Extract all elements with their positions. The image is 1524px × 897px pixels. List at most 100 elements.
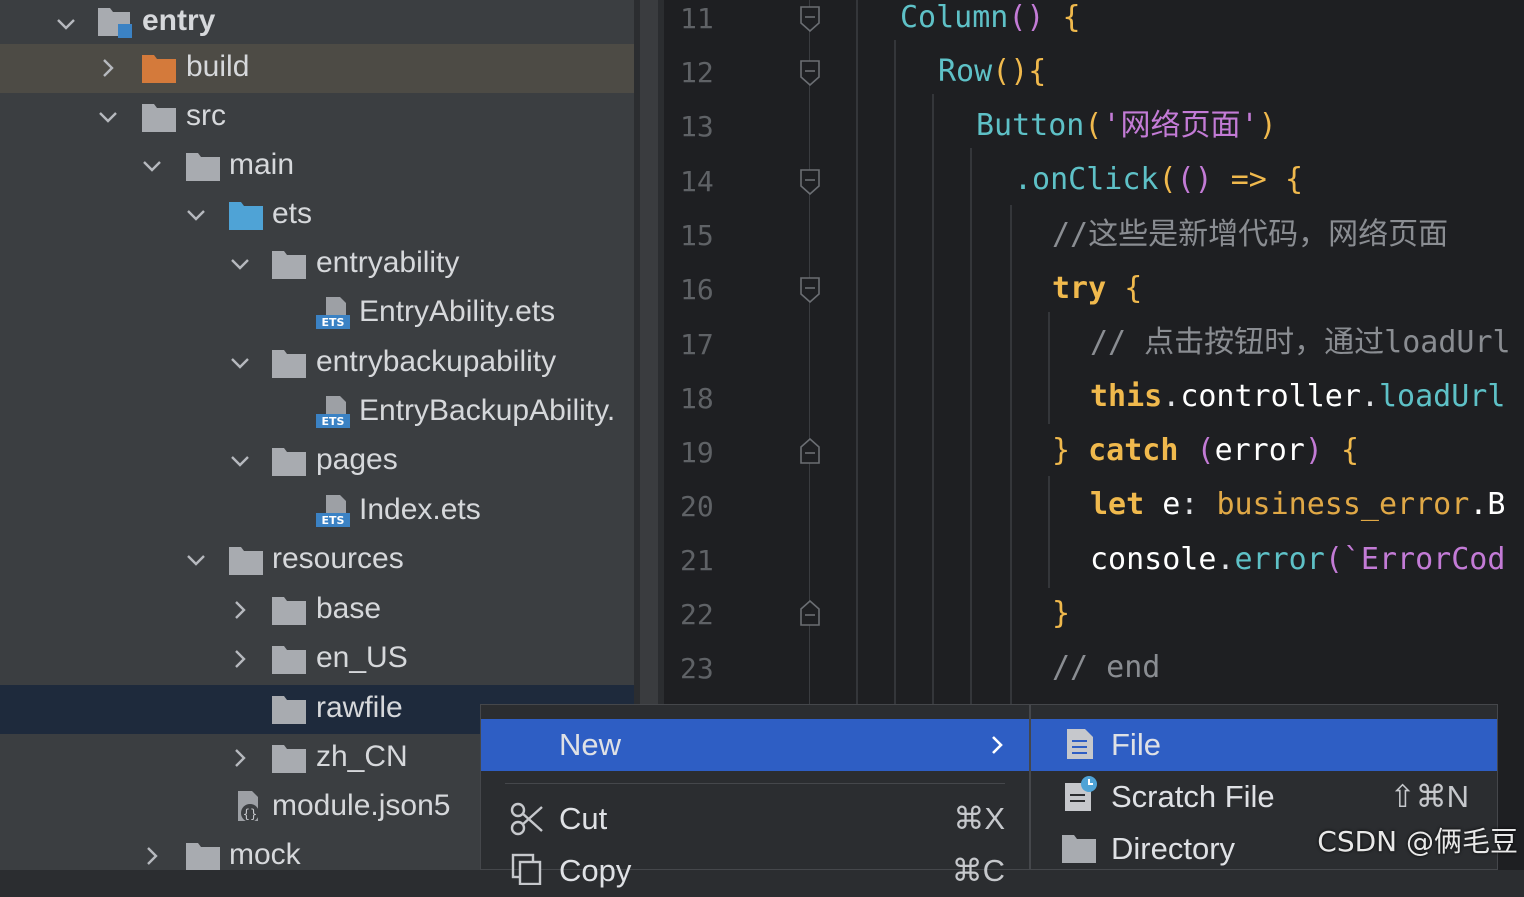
fold-close-icon[interactable] — [800, 600, 820, 626]
fold-open-icon[interactable] — [800, 169, 820, 195]
tree-item-entrybackupability-ets[interactable]: ETS EntryBackupAbility. — [0, 388, 634, 437]
tree-item-label: pages — [316, 443, 398, 476]
submenu-item-file[interactable]: File — [1031, 719, 1497, 771]
svg-text:ETS: ETS — [322, 415, 345, 428]
code-line-15: //这些是新增代码，网络页面 — [1052, 217, 1449, 252]
menu-item-label: Copy — [559, 853, 632, 888]
line-number: 13 — [680, 110, 714, 143]
tree-item-resources[interactable]: resources — [0, 536, 634, 585]
menu-shortcut: ⇧⌘N — [1389, 779, 1469, 814]
line-number: 14 — [680, 165, 714, 198]
tree-item-base[interactable]: base — [0, 586, 634, 635]
menu-item-label: Directory — [1111, 831, 1236, 866]
line-number: 19 — [680, 436, 714, 469]
chevron-down-icon[interactable] — [228, 351, 252, 375]
chevron-down-icon[interactable] — [54, 12, 78, 36]
code-line-17: // 点击按钮时，通过loadUrl — [1090, 325, 1511, 360]
copy-icon — [511, 853, 542, 885]
tree-item-label: resources — [272, 542, 404, 575]
tree-item-index-ets[interactable]: ETS Index.ets — [0, 487, 634, 536]
code-line-22: } — [1052, 596, 1071, 631]
menu-shortcut: ⌘X — [953, 801, 1005, 836]
chevron-right-icon[interactable] — [140, 844, 164, 868]
line-number: 18 — [680, 382, 714, 415]
tree-item-label: EntryBackupAbility. — [359, 394, 616, 427]
menu-item-label: File — [1111, 727, 1161, 762]
tree-item-label: entryability — [316, 246, 460, 279]
chevron-down-icon[interactable] — [184, 548, 208, 572]
folder-icon — [272, 597, 306, 625]
folder-icon — [1062, 835, 1096, 863]
tree-item-label: build — [186, 50, 250, 83]
code-line-14: .onClick(() => { — [1014, 162, 1303, 197]
indent-guide — [856, 0, 858, 704]
submenu-item-scratch-file[interactable]: Scratch File ⇧⌘N — [1031, 771, 1497, 823]
scissors-icon — [510, 802, 543, 836]
menu-item-label: Scratch File — [1111, 779, 1275, 814]
tree-item-label: en_US — [316, 641, 408, 674]
folder-icon — [142, 55, 176, 83]
tree-item-entryability-ets[interactable]: ETS EntryAbility.ets — [0, 289, 634, 338]
chevron-right-icon[interactable] — [96, 56, 120, 80]
tree-item-label: Index.ets — [359, 493, 481, 526]
tree-item-pages[interactable]: pages — [0, 437, 634, 486]
svg-text:ETS: ETS — [322, 514, 345, 527]
indent-guide — [932, 94, 934, 704]
menu-item-cut[interactable]: Cut ⌘X — [481, 793, 1029, 845]
line-number: 20 — [680, 490, 714, 523]
code-line-13: Button('网络页面') — [976, 108, 1277, 143]
chevron-down-icon[interactable] — [228, 252, 252, 276]
menu-item-new[interactable]: New — [481, 719, 1029, 771]
context-menu: New Cut ⌘X Copy ⌘C — [480, 704, 1030, 888]
tree-scrollbar[interactable] — [640, 0, 658, 704]
line-number: 11 — [680, 2, 714, 35]
tree-item-label: ets — [272, 197, 313, 230]
tree-item-label: EntryAbility.ets — [359, 295, 556, 328]
indent-guide — [1010, 205, 1012, 704]
json-file-icon: {} — [238, 791, 259, 822]
chevron-down-icon[interactable] — [228, 449, 252, 473]
scratch-file-icon — [1065, 776, 1097, 811]
chevron-right-icon[interactable] — [228, 746, 252, 770]
line-number: 15 — [680, 219, 714, 252]
tree-item-src[interactable]: src — [0, 93, 634, 142]
tree-item-build[interactable]: build — [0, 44, 634, 93]
tree-item-main[interactable]: main — [0, 142, 634, 191]
line-number: 16 — [680, 273, 714, 306]
fold-open-icon[interactable] — [800, 6, 820, 32]
folder-icon — [186, 153, 220, 181]
module-folder-icon — [98, 8, 132, 38]
tree-item-label: base — [316, 592, 382, 625]
code-line-21: console.error(`ErrorCod — [1090, 542, 1506, 577]
folder-icon — [272, 646, 306, 674]
menu-item-copy[interactable]: Copy ⌘C — [481, 845, 1029, 897]
fold-close-icon[interactable] — [800, 438, 820, 464]
menu-item-label: New — [559, 727, 622, 762]
folder-icon — [229, 547, 263, 575]
menu-shortcut: ⌘C — [951, 853, 1005, 888]
tree-item-label: entry — [142, 4, 216, 37]
tree-item-entryability[interactable]: entryability — [0, 240, 634, 289]
chevron-right-icon — [992, 736, 1003, 754]
chevron-down-icon[interactable] — [140, 154, 164, 178]
indent-guide — [970, 148, 972, 704]
ets-file-icon: ETS — [316, 297, 350, 329]
menu-item-label: Cut — [559, 801, 608, 836]
fold-open-icon[interactable] — [800, 60, 820, 86]
code-line-20: let e: business_error.B — [1090, 487, 1506, 522]
fold-open-icon[interactable] — [800, 277, 820, 303]
indent-guide — [1048, 312, 1050, 424]
tree-item-entrybackupability[interactable]: entrybackupability — [0, 339, 634, 388]
code-line-23: // end — [1052, 650, 1161, 685]
chevron-down-icon[interactable] — [96, 105, 120, 129]
chevron-right-icon[interactable] — [228, 598, 252, 622]
line-number: 21 — [680, 544, 714, 577]
tree-item-ets[interactable]: ets — [0, 191, 634, 240]
line-number: 23 — [680, 652, 714, 685]
chevron-down-icon[interactable] — [184, 203, 208, 227]
tree-item-en-us[interactable]: en_US — [0, 635, 634, 684]
source-folder-icon — [229, 202, 263, 230]
chevron-right-icon[interactable] — [228, 647, 252, 671]
tree-item-label: main — [229, 148, 295, 181]
tree-item-entry[interactable]: entry — [0, 0, 634, 49]
